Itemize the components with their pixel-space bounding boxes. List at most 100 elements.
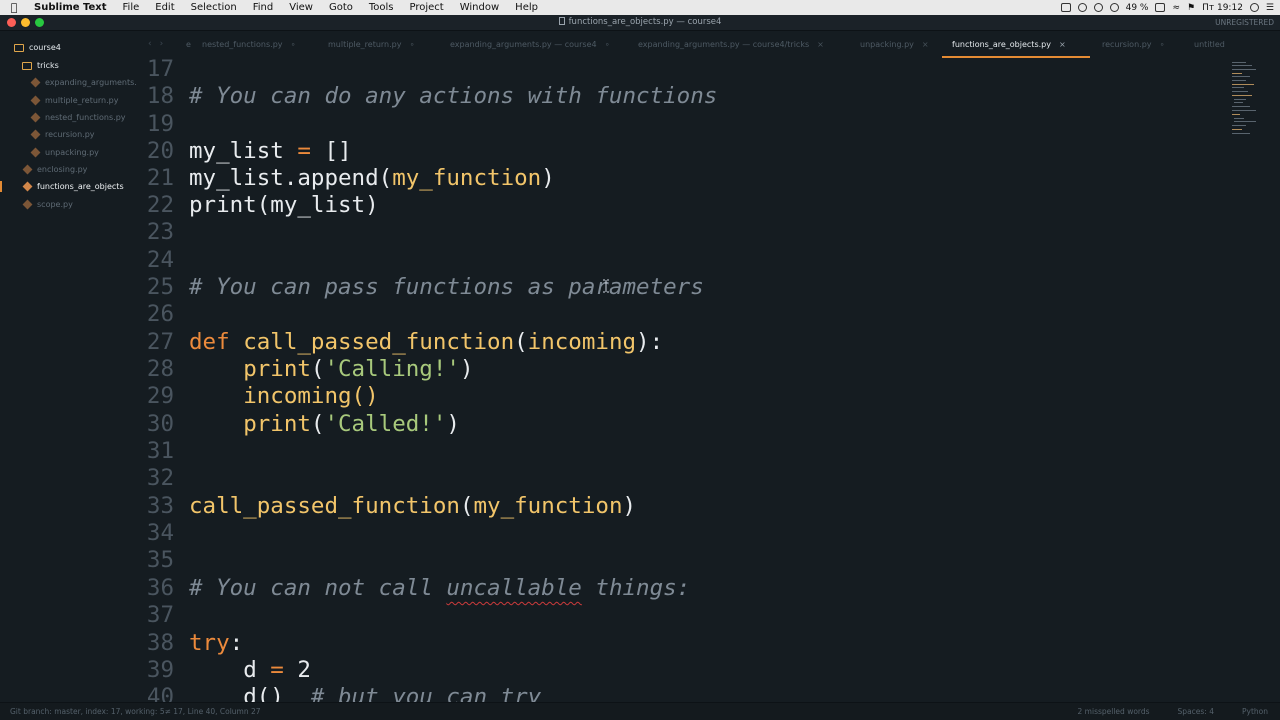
tab-unpacking[interactable]: unpacking.py ×	[860, 31, 929, 58]
tab-close-icon[interactable]: ∘	[605, 40, 610, 49]
battery-percent[interactable]: 49 %	[1126, 3, 1149, 13]
tab-close-icon[interactable]: ∘	[409, 40, 414, 49]
spotlight-search-icon[interactable]	[1249, 3, 1259, 12]
comment: # You can pass functions as parameters	[189, 274, 704, 300]
menu-goto[interactable]: Goto	[321, 0, 361, 15]
line-number: 39	[146, 657, 174, 683]
line-number: 32	[146, 465, 174, 491]
python-file-icon	[30, 112, 41, 123]
tab-close-icon[interactable]: ∘	[291, 40, 296, 49]
minimap-line	[1234, 121, 1256, 122]
tab-label: expanding_arguments.py — course4	[450, 40, 597, 49]
line-number: 38	[146, 630, 174, 656]
battery-icon[interactable]	[1155, 3, 1166, 12]
file-enclosing[interactable]: enclosing.py	[22, 161, 88, 178]
menu-view[interactable]: View	[281, 0, 321, 15]
line-number: 31	[146, 438, 174, 464]
code-editor[interactable]: 17 18 # You can do any actions with funct…	[140, 58, 1280, 702]
screen-record-icon[interactable]	[1060, 3, 1071, 12]
wifi-icon[interactable]: ≈	[1172, 3, 1180, 13]
tab-expanding-arguments-course4[interactable]: expanding_arguments.py — course4 ∘	[450, 31, 610, 58]
tab-expanding-arguments-tricks[interactable]: expanding_arguments.py — course4/tricks ×	[638, 31, 824, 58]
tab-untitled[interactable]: untitled	[1194, 31, 1225, 58]
tab-bar: ‹› e nested_functions.py ∘ multiple_retur…	[140, 31, 1280, 58]
file-label: functions_are_objects	[37, 182, 124, 191]
minimap[interactable]	[1228, 58, 1268, 148]
punctuation: (	[514, 329, 528, 355]
folder-course4[interactable]: course4	[14, 39, 61, 56]
flag-icon[interactable]: ⚑	[1187, 3, 1195, 13]
menu-edit[interactable]: Edit	[147, 0, 182, 15]
python-file-icon	[30, 147, 41, 158]
tab-overflow[interactable]: e	[186, 31, 191, 58]
notification-center-icon[interactable]: ☰	[1266, 3, 1274, 13]
file-nested-functions[interactable]: nested_functions.py	[30, 109, 126, 126]
punctuation: )	[541, 165, 555, 191]
python-file-icon	[22, 181, 33, 192]
tab-label: recursion.py	[1102, 40, 1152, 49]
comment-text: # You can not call	[189, 575, 447, 601]
minimap-line	[1232, 87, 1244, 88]
file-multiple-return[interactable]: multiple_return.py	[30, 92, 118, 109]
menu-find[interactable]: Find	[245, 0, 282, 15]
tab-recursion[interactable]: recursion.py ∘	[1102, 31, 1165, 58]
folder-label: tricks	[37, 61, 59, 70]
python-file-icon	[30, 129, 41, 140]
do-not-disturb-icon[interactable]	[1093, 3, 1103, 12]
file-scope[interactable]: scope.py	[22, 196, 73, 213]
file-functions-are-objects[interactable]: functions_are_objects	[0, 178, 140, 195]
file-label: recursion.py	[45, 130, 95, 139]
comment: # You can not call uncallable things:	[189, 575, 690, 602]
builtin: print	[243, 411, 311, 437]
tab-multiple-return[interactable]: multiple_return.py ∘	[328, 31, 415, 58]
menu-selection[interactable]: Selection	[183, 0, 245, 15]
line-number: 21	[146, 165, 174, 191]
cloud-icon[interactable]	[1077, 3, 1087, 12]
line-number: 23	[146, 219, 174, 245]
tab-close-icon[interactable]: ×	[817, 40, 824, 49]
line-number: 40	[146, 684, 174, 702]
syntax-selector[interactable]: Python	[1242, 707, 1268, 716]
menu-help[interactable]: Help	[507, 0, 546, 15]
menu-window[interactable]: Window	[452, 0, 507, 15]
tab-functions-are-objects[interactable]: functions_are_objects.py ×	[942, 31, 1090, 58]
apple-menu-icon[interactable]: 	[0, 1, 28, 14]
punctuation: )	[622, 493, 637, 519]
folder-tricks[interactable]: tricks	[22, 57, 59, 74]
minimap-line	[1232, 110, 1256, 111]
tab-close-icon[interactable]: ∘	[1160, 40, 1165, 49]
tab-close-icon[interactable]: ×	[922, 40, 929, 49]
minimap-line	[1234, 102, 1243, 103]
file-label: expanding_arguments.	[45, 78, 137, 87]
tab-nav-arrows-icon[interactable]: ‹›	[148, 39, 171, 49]
window-title: functions_are_objects.py — course4	[0, 17, 1280, 27]
minimap-line	[1232, 65, 1252, 66]
argument: my_function	[392, 165, 542, 191]
menu-project[interactable]: Project	[402, 0, 452, 15]
file-expanding-arguments[interactable]: expanding_arguments.	[30, 74, 137, 91]
python-file-icon	[22, 199, 33, 210]
indentation-setting[interactable]: Spaces: 4	[1178, 707, 1214, 716]
file-label: enclosing.py	[37, 165, 88, 174]
line-number: 28	[146, 356, 174, 382]
misspelled-words-count[interactable]: 2 misspelled words	[1078, 707, 1150, 716]
line-number: 25	[146, 274, 174, 300]
clock[interactable]: Пт 19:12	[1202, 3, 1243, 13]
menu-file[interactable]: File	[115, 0, 148, 15]
time-machine-icon[interactable]	[1109, 3, 1119, 12]
minimap-line	[1234, 118, 1244, 119]
tab-nested-functions[interactable]: nested_functions.py ∘	[202, 31, 296, 58]
file-unpacking[interactable]: unpacking.py	[30, 144, 99, 161]
minimap-line	[1232, 73, 1242, 74]
misspelled-word[interactable]: uncallable	[446, 575, 581, 601]
minimap-line	[1232, 80, 1246, 81]
punctuation: (	[310, 411, 325, 437]
menu-tools[interactable]: Tools	[361, 0, 402, 15]
comment-text: things:	[581, 575, 691, 601]
literal: []	[324, 138, 352, 164]
punctuation: (	[459, 493, 474, 519]
tab-close-icon[interactable]: ×	[1059, 40, 1066, 49]
file-recursion[interactable]: recursion.py	[30, 126, 95, 143]
app-menu[interactable]: Sublime Text	[28, 2, 115, 13]
string: 'Called!'	[324, 411, 447, 437]
